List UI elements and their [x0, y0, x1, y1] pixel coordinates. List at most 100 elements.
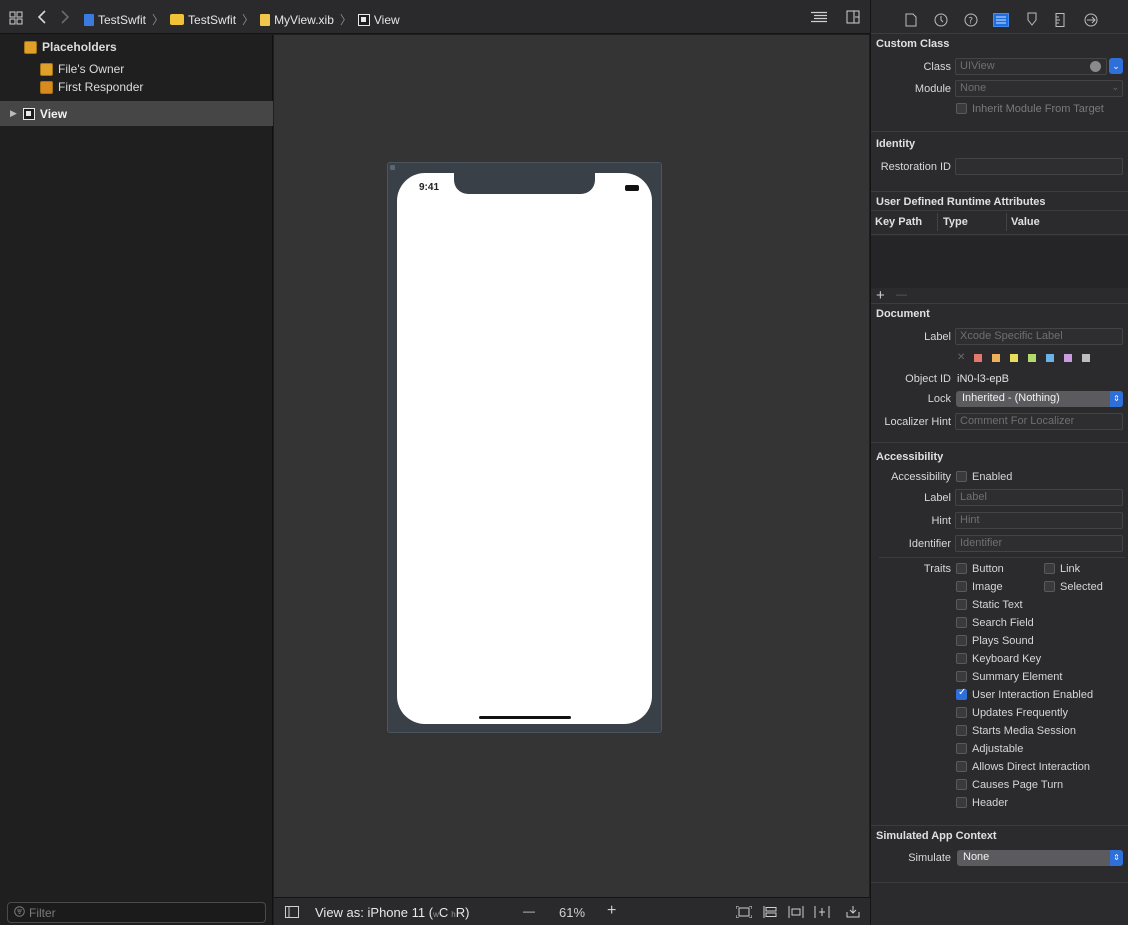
outline-view[interactable]: ▶ View	[0, 101, 273, 126]
trait-checkbox[interactable]	[956, 617, 967, 628]
divider	[871, 303, 1128, 304]
outline-first-responder[interactable]: First Responder	[0, 76, 273, 98]
simulate-popup[interactable]: None ⇕	[957, 850, 1123, 866]
class-label: Class	[923, 61, 951, 73]
trait-label: Causes Page Turn	[972, 779, 1064, 791]
trait-checkbox[interactable]	[956, 653, 967, 664]
class-dropdown-chevron-icon[interactable]: ⌄	[1109, 58, 1123, 74]
restoration-id-field[interactable]	[955, 158, 1123, 175]
color-label-orange[interactable]	[992, 354, 1000, 362]
clear-color-label-icon[interactable]: ✕	[957, 352, 965, 363]
module-field[interactable]: None ⌄	[955, 80, 1123, 97]
color-label-gray[interactable]	[1082, 354, 1090, 362]
attributes-inspector-icon[interactable]	[1025, 12, 1039, 30]
history-inspector-icon[interactable]	[934, 13, 948, 30]
breadcrumb: TestSwfit 〉 TestSwfit 〉 MyView.xib 〉 Vie…	[84, 11, 406, 28]
identity-inspector-icon[interactable]	[993, 13, 1009, 30]
align-icon[interactable]	[788, 906, 804, 921]
object-id-value: iN0-l3-epB	[957, 373, 1009, 385]
trait-checkbox[interactable]	[956, 687, 967, 700]
accessibility-label-label: Label	[924, 492, 951, 504]
hint-field[interactable]: Hint	[955, 512, 1123, 529]
trait-checkbox[interactable]	[956, 581, 967, 592]
breadcrumb-label: View	[373, 12, 400, 27]
add-editor-icon[interactable]	[846, 10, 860, 26]
lock-label: Lock	[927, 393, 951, 405]
breadcrumb-folder[interactable]: TestSwfit	[170, 13, 236, 27]
identifier-placeholder: Identifier	[960, 537, 1003, 549]
module-label: Module	[914, 83, 951, 95]
localizer-hint-field[interactable]: Comment For Localizer	[955, 413, 1123, 430]
document-label-field[interactable]: Xcode Specific Label	[955, 328, 1123, 345]
trait-checkbox[interactable]	[956, 797, 967, 808]
identifier-field[interactable]: Identifier	[955, 535, 1123, 552]
inherit-module-label: Inherit Module From Target	[972, 103, 1104, 115]
connections-inspector-icon[interactable]	[1084, 13, 1098, 30]
divider	[871, 33, 1128, 34]
breadcrumb-project[interactable]: TestSwfit	[84, 13, 146, 27]
inherit-module-checkbox[interactable]	[956, 103, 967, 114]
localizer-hint-label: Localizer Hint	[884, 416, 951, 428]
lock-updown-chevron-icon: ⇕	[1110, 391, 1123, 407]
col-value[interactable]: Value	[1011, 216, 1040, 228]
col-type[interactable]: Type	[943, 216, 968, 228]
back-chevron-icon[interactable]	[37, 10, 47, 26]
file-inspector-icon[interactable]	[905, 13, 917, 30]
color-label-blue[interactable]	[1046, 354, 1054, 362]
filter-field[interactable]: Filter	[7, 902, 266, 923]
trait-checkbox[interactable]	[956, 761, 967, 772]
resolve-issues-icon[interactable]	[846, 906, 860, 921]
divider	[871, 191, 1128, 192]
embed-in-stack-icon[interactable]	[763, 906, 777, 921]
device-config-button[interactable]: View as: iPhone 11 (wC hR)	[315, 905, 469, 920]
outline-label: Placeholders	[42, 40, 117, 54]
first-responder-cube-icon	[40, 80, 53, 94]
zoom-level[interactable]: 61%	[559, 905, 585, 920]
accessibility-label-field[interactable]: Label	[955, 489, 1123, 506]
toggle-outline-icon[interactable]	[285, 906, 299, 921]
forward-chevron-icon[interactable]	[60, 10, 70, 26]
resize-handle-icon[interactable]	[390, 165, 395, 170]
trait-label: Summary Element	[972, 671, 1063, 683]
trait-checkbox[interactable]	[956, 635, 967, 646]
lock-popup[interactable]: Inherited - (Nothing) ⇕	[956, 391, 1123, 407]
runtime-attributes-table[interactable]	[871, 236, 1128, 288]
trait-checkbox[interactable]	[1044, 581, 1055, 592]
size-inspector-icon[interactable]	[1055, 13, 1065, 30]
zoom-in-button[interactable]: +	[607, 902, 616, 920]
go-to-class-arrow-icon[interactable]	[1090, 61, 1101, 72]
project-file-icon	[84, 13, 94, 26]
divider	[871, 131, 1128, 132]
trait-label: Adjustable	[972, 743, 1024, 755]
trait-checkbox[interactable]	[956, 779, 967, 790]
add-attribute-button[interactable]: +	[876, 287, 885, 304]
root-view-canvas[interactable]: 9:41	[397, 173, 652, 724]
outline-placeholders[interactable]: Placeholders	[0, 36, 273, 58]
trait-checkbox[interactable]	[956, 563, 967, 574]
trait-label: Link	[1060, 563, 1081, 575]
accessibility-enabled-checkbox[interactable]	[956, 471, 967, 482]
quick-help-icon[interactable]: ?	[964, 13, 978, 30]
class-field[interactable]: UIView	[955, 58, 1107, 75]
remove-attribute-button[interactable]: —	[896, 289, 907, 301]
color-label-yellow[interactable]	[1010, 354, 1018, 362]
zoom-out-button[interactable]: —	[523, 904, 535, 918]
trait-checkbox[interactable]	[1044, 563, 1055, 574]
update-frames-icon[interactable]	[735, 905, 753, 921]
disclosure-triangle-icon[interactable]: ▶	[10, 108, 17, 119]
trait-checkbox[interactable]	[956, 725, 967, 736]
color-label-green[interactable]	[1028, 354, 1036, 362]
related-items-grid-icon[interactable]	[9, 11, 23, 27]
trait-checkbox[interactable]	[956, 743, 967, 754]
trait-checkbox[interactable]	[956, 599, 967, 610]
breadcrumb-xib[interactable]: MyView.xib	[260, 13, 334, 27]
col-key-path[interactable]: Key Path	[875, 216, 922, 228]
breadcrumb-view[interactable]: View	[357, 12, 400, 27]
simulate-label: Simulate	[908, 852, 951, 864]
color-label-red[interactable]	[974, 354, 982, 362]
editor-options-lines-icon[interactable]	[810, 11, 828, 26]
trait-checkbox[interactable]	[956, 707, 967, 718]
color-label-purple[interactable]	[1064, 354, 1072, 362]
add-constraints-icon[interactable]	[814, 906, 830, 921]
trait-checkbox[interactable]	[956, 671, 967, 682]
